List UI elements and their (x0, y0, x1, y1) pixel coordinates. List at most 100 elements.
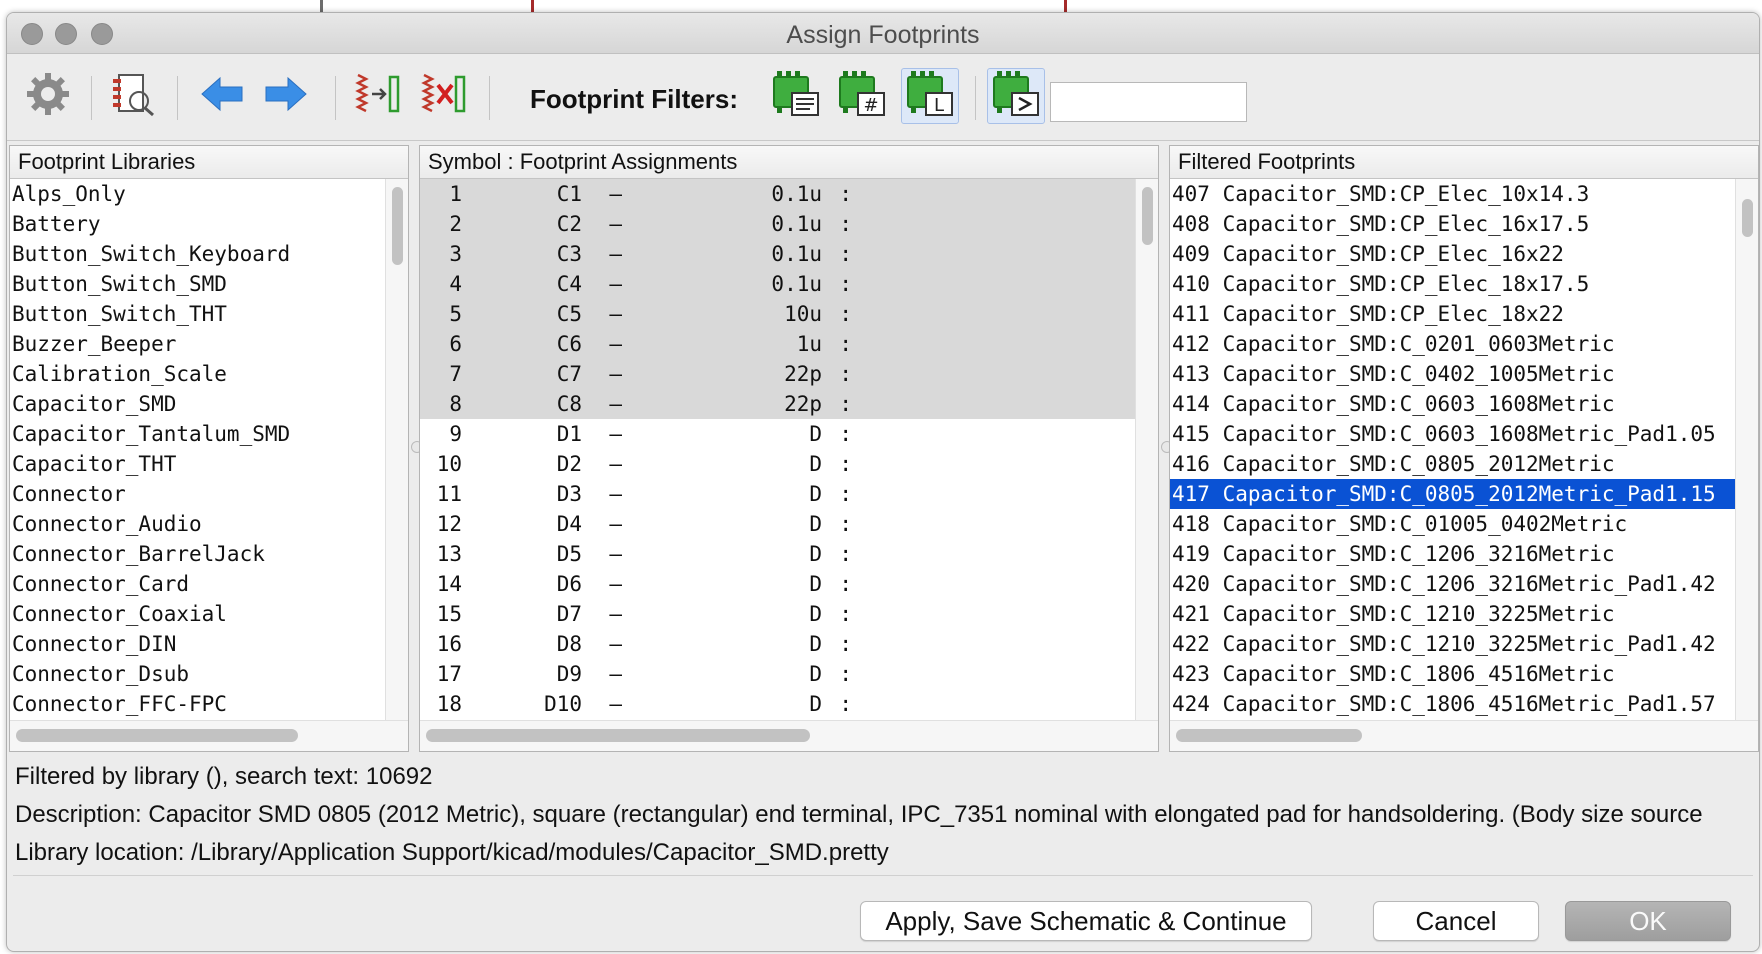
scroll-thumb[interactable] (426, 729, 810, 742)
assignment-number: 9 (449, 422, 462, 446)
settings-button[interactable] (19, 68, 77, 124)
library-list-item[interactable]: Connector_Dsub (10, 659, 386, 689)
footprint-list-item[interactable]: 411 Capacitor_SMD:CP_Elec_18x22 (1170, 299, 1736, 329)
footprint-list-item[interactable]: 419 Capacitor_SMD:C_1206_3216Metric (1170, 539, 1736, 569)
library-list-item[interactable]: Connector_BarrelJack (10, 539, 386, 569)
view-footprint-button[interactable] (105, 68, 163, 124)
filter-by-pin-count-toggle[interactable]: # (833, 68, 891, 124)
assignment-value: 1u (796, 332, 822, 356)
footprint-list-item[interactable]: 408 Capacitor_SMD:CP_Elec_16x17.5 (1170, 209, 1736, 239)
footprint-list-item[interactable]: 414 Capacitor_SMD:C_0603_1608Metric (1170, 389, 1736, 419)
scroll-thumb[interactable] (392, 187, 403, 265)
footprint-list-item[interactable]: 421 Capacitor_SMD:C_1210_3225Metric (1170, 599, 1736, 629)
footprint-list-item[interactable]: 418 Capacitor_SMD:C_01005_0402Metric (1170, 509, 1736, 539)
assignment-value: D (809, 602, 822, 626)
footprint-list-item[interactable]: 407 Capacitor_SMD:CP_Elec_10x14.3 (1170, 179, 1736, 209)
library-list-item[interactable]: Capacitor_Tantalum_SMD (10, 419, 386, 449)
assignment-value: 0.1u (771, 212, 822, 236)
filter-by-keywords-toggle[interactable] (767, 68, 825, 124)
assignment-reference: C1 (556, 182, 582, 206)
assignment-row[interactable]: 14 D6 – D: (420, 569, 1136, 599)
libraries-horizontal-scrollbar[interactable] (10, 720, 408, 751)
footprint-list-item[interactable]: 412 Capacitor_SMD:C_0201_0603Metric (1170, 329, 1736, 359)
assignments-vertical-scrollbar[interactable] (1135, 179, 1158, 721)
assignment-row[interactable]: 9 D1 – D: (420, 419, 1136, 449)
assignment-row[interactable]: 7 C7 – 22p: (420, 359, 1136, 389)
ok-button[interactable]: OK (1565, 901, 1731, 941)
filter-by-text-toggle[interactable] (987, 68, 1045, 124)
background-wire (1064, 0, 1067, 12)
library-list-item[interactable]: Connector_FFC-FPC (10, 689, 386, 719)
library-list-item[interactable]: Button_Switch_SMD (10, 269, 386, 299)
assignment-value: D (809, 512, 822, 536)
assignment-separator: – (609, 302, 622, 326)
assignment-colon: : (839, 362, 852, 386)
assignment-row[interactable]: 12 D4 – D: (420, 509, 1136, 539)
library-list-item[interactable]: Button_Switch_Keyboard (10, 239, 386, 269)
filter-text-input[interactable] (1050, 82, 1247, 122)
library-list-item[interactable]: Connector_Audio (10, 509, 386, 539)
delete-all-assignments-button[interactable] (415, 68, 473, 124)
library-list-item[interactable]: Connector_Coaxial (10, 599, 386, 629)
library-list-item[interactable]: Capacitor_SMD (10, 389, 386, 419)
cancel-button[interactable]: Cancel (1373, 901, 1539, 941)
footprint-list-item[interactable]: 409 Capacitor_SMD:CP_Elec_16x22 (1170, 239, 1736, 269)
auto-assign-button[interactable] (349, 68, 407, 124)
assignment-colon: : (839, 422, 852, 446)
assignment-separator: – (609, 572, 622, 596)
assignment-value: D (809, 692, 822, 716)
assignment-separator: – (609, 272, 622, 296)
apply-save-continue-button[interactable]: Apply, Save Schematic & Continue (860, 901, 1312, 941)
scroll-thumb[interactable] (16, 729, 298, 742)
footprints-vertical-scrollbar[interactable] (1735, 179, 1758, 721)
footprint-list-item[interactable]: 423 Capacitor_SMD:C_1806_4516Metric (1170, 659, 1736, 689)
filter-by-library-toggle[interactable]: L (901, 68, 959, 124)
footprints-horizontal-scrollbar[interactable] (1170, 720, 1758, 751)
assignment-row[interactable]: 8 C8 – 22p: (420, 389, 1136, 419)
assignment-row[interactable]: 16 D8 – D: (420, 629, 1136, 659)
footprint-list-item[interactable]: 410 Capacitor_SMD:CP_Elec_18x17.5 (1170, 269, 1736, 299)
footprint-list-item[interactable]: 415 Capacitor_SMD:C_0603_1608Metric_Pad1… (1170, 419, 1736, 449)
next-symbol-button[interactable] (257, 68, 315, 124)
assignments-horizontal-scrollbar[interactable] (420, 720, 1158, 751)
assignment-row[interactable]: 13 D5 – D: (420, 539, 1136, 569)
assignment-row[interactable]: 4 C4 – 0.1u: (420, 269, 1136, 299)
assignment-value: 22p (784, 392, 822, 416)
assignment-row[interactable]: 2 C2 – 0.1u: (420, 209, 1136, 239)
library-list-item[interactable]: Alps_Only (10, 179, 386, 209)
library-list-item[interactable]: Button_Switch_THT (10, 299, 386, 329)
library-list-item[interactable]: Buzzer_Beeper (10, 329, 386, 359)
assignment-row[interactable]: 3 C3 – 0.1u: (420, 239, 1136, 269)
scroll-thumb[interactable] (1176, 729, 1362, 742)
scroll-thumb[interactable] (1742, 199, 1753, 237)
footprint-list-item[interactable]: 416 Capacitor_SMD:C_0805_2012Metric (1170, 449, 1736, 479)
library-list-item[interactable]: Battery (10, 209, 386, 239)
assignment-row[interactable]: 11 D3 – D: (420, 479, 1136, 509)
assignment-colon: : (839, 212, 852, 236)
assignment-number: 1 (449, 182, 462, 206)
footprint-list-item[interactable]: 413 Capacitor_SMD:C_0402_1005Metric (1170, 359, 1736, 389)
libraries-vertical-scrollbar[interactable] (385, 179, 408, 721)
library-list-item[interactable]: Capacitor_THT (10, 449, 386, 479)
assignment-row[interactable]: 5 C5 – 10u: (420, 299, 1136, 329)
assignment-row[interactable]: 10 D2 – D: (420, 449, 1136, 479)
previous-symbol-button[interactable] (193, 68, 251, 124)
footprint-list-item[interactable]: 424 Capacitor_SMD:C_1806_4516Metric_Pad1… (1170, 689, 1736, 719)
footprint-list-item[interactable]: 420 Capacitor_SMD:C_1206_3216Metric_Pad1… (1170, 569, 1736, 599)
library-list-item[interactable]: Connector_DIN (10, 629, 386, 659)
assignment-row[interactable]: 15 D7 – D: (420, 599, 1136, 629)
assignment-row[interactable]: 18 D10 – D: (420, 689, 1136, 719)
library-list-item[interactable]: Calibration_Scale (10, 359, 386, 389)
assignment-row[interactable]: 17 D9 – D: (420, 659, 1136, 689)
footprint-list-item[interactable]: 422 Capacitor_SMD:C_1210_3225Metric_Pad1… (1170, 629, 1736, 659)
footprint-list-item[interactable]: 417 Capacitor_SMD:C_0805_2012Metric_Pad1… (1170, 479, 1736, 509)
assignment-separator: – (609, 512, 622, 536)
assignment-colon: : (839, 242, 852, 266)
assignment-number: 18 (436, 692, 462, 716)
library-list-item[interactable]: Connector_Card (10, 569, 386, 599)
assignment-row[interactable]: 6 C6 – 1u: (420, 329, 1136, 359)
scroll-thumb[interactable] (1142, 187, 1153, 245)
assignment-reference: D6 (556, 572, 582, 596)
assignment-row[interactable]: 1 C1 – 0.1u: (420, 179, 1136, 209)
library-list-item[interactable]: Connector (10, 479, 386, 509)
